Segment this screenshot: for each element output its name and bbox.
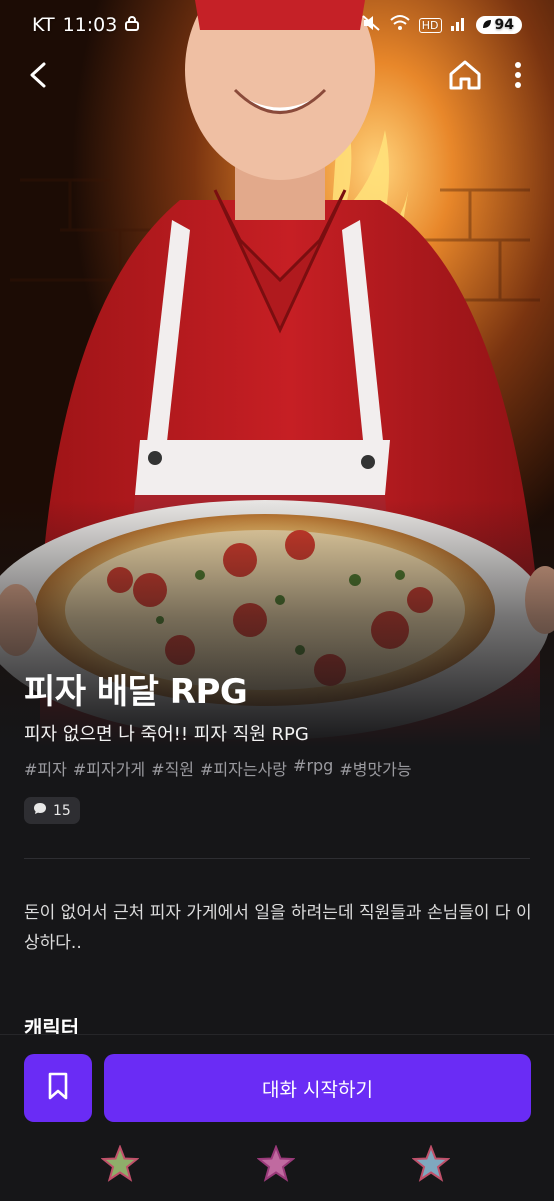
tag-list: #피자 #피자가게 #직원 #피자는사랑 #rpg #병맛가능	[24, 756, 412, 780]
section-divider	[24, 858, 530, 859]
hd-network-icon: HD	[418, 17, 442, 33]
status-right: HD 94	[361, 14, 522, 37]
bookmark-button[interactable]	[24, 1054, 92, 1122]
hero-image	[0, 0, 554, 760]
home-icon	[448, 59, 482, 95]
lock-icon	[125, 14, 140, 36]
speech-bubble-icon	[33, 802, 47, 819]
chevron-left-icon	[28, 61, 48, 93]
battery-indicator: 94	[475, 16, 522, 34]
top-nav	[0, 52, 554, 102]
story-description: 돈이 없어서 근처 피자 가게에서 일을 하려는데 직원들과 손님들이 다 이상…	[24, 903, 532, 953]
status-bar: KT 11:03 HD 94	[0, 0, 554, 50]
signal-icon	[450, 14, 468, 36]
comment-count-badge[interactable]: 15	[24, 797, 80, 824]
carrier-label: KT	[32, 14, 55, 36]
start-chat-button[interactable]: 대화 시작하기	[104, 1054, 531, 1122]
bottom-nav	[0, 1145, 554, 1185]
comment-count: 15	[53, 802, 71, 819]
battery-level: 94	[494, 17, 514, 33]
story-title: 피자 배달 RPG	[24, 672, 248, 712]
tag-item[interactable]: #피자는사랑	[200, 756, 287, 780]
tag-item[interactable]: #병맛가능	[339, 756, 411, 780]
tag-item[interactable]: #직원	[151, 756, 194, 780]
star-icon[interactable]	[257, 1145, 295, 1183]
bottom-action-bar: 대화 시작하기	[0, 1034, 554, 1201]
star-icon[interactable]	[101, 1145, 139, 1183]
tag-item[interactable]: #피자	[24, 756, 67, 780]
star-icon[interactable]	[412, 1145, 450, 1183]
more-vertical-icon	[514, 61, 522, 93]
tag-item[interactable]: #피자가게	[73, 756, 145, 780]
leaf-icon	[482, 17, 492, 33]
tag-item[interactable]: #rpg	[293, 756, 333, 780]
home-button[interactable]	[444, 54, 486, 100]
back-button[interactable]	[18, 54, 58, 100]
bookmark-icon	[47, 1072, 69, 1104]
mute-icon	[361, 14, 381, 37]
story-subtitle: 피자 없으면 나 죽어!! 피자 직원 RPG	[24, 724, 309, 745]
clock: 11:03	[62, 14, 118, 36]
more-options-button[interactable]	[500, 54, 536, 100]
status-left: KT 11:03	[32, 14, 140, 36]
wifi-icon	[389, 14, 411, 37]
